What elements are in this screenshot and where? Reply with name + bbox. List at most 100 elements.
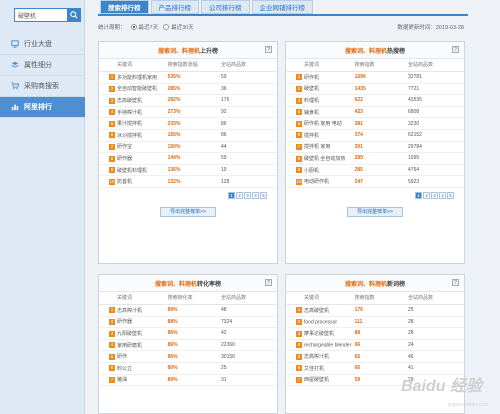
table-row[interactable]: 1 志高破壁机 176 25 bbox=[286, 304, 464, 317]
rank-badge: 10 bbox=[296, 178, 302, 185]
keyword-link[interactable]: 研作器 bbox=[117, 319, 132, 325]
keyword-link[interactable]: 志高破壁机 bbox=[304, 308, 329, 314]
table-row[interactable]: 8 破壁机 全自动加热 289 1995 bbox=[286, 152, 464, 165]
export-button[interactable]: 导出完整榜单>> bbox=[160, 206, 216, 217]
keyword-link[interactable]: 果汁搅拌机 bbox=[117, 121, 142, 127]
table-row[interactable]: 5 研作机 家用 电动 381 3230 bbox=[286, 117, 464, 130]
radio-30-days[interactable] bbox=[163, 24, 170, 30]
keyword-link[interactable]: 破壁机 全自动加热 bbox=[304, 156, 345, 162]
keyword-link[interactable]: 九阳破壁机 bbox=[117, 331, 142, 337]
table-row[interactable]: 9 破壁机料理机 136% 19 bbox=[99, 164, 277, 177]
keyword-link[interactable]: 全自动智能破壁机 bbox=[117, 86, 157, 92]
keyword-link[interactable]: 志高榨汁机 bbox=[117, 308, 142, 314]
keyword-link[interactable]: 西屋破壁机 bbox=[304, 377, 329, 383]
help-icon[interactable]: ? bbox=[452, 46, 459, 53]
page-button[interactable]: 5 bbox=[260, 191, 267, 199]
keyword-link[interactable]: 辅食机 bbox=[304, 110, 319, 116]
table-row[interactable]: 6 搅拌机 374 62152 bbox=[286, 129, 464, 142]
keyword-link[interactable]: food processor bbox=[304, 319, 337, 325]
sidebar-item-attributes[interactable]: 属性细分 bbox=[0, 55, 85, 76]
keyword-link[interactable]: 研作 bbox=[117, 354, 127, 360]
search-input[interactable] bbox=[15, 9, 67, 21]
tab-product-ranking[interactable]: 产品排行榜 bbox=[150, 0, 199, 14]
table-row[interactable]: 4 手持榨汁机 273% 92 bbox=[99, 106, 277, 119]
keyword-link[interactable]: 冰沙搅拌机 bbox=[117, 133, 142, 139]
help-icon[interactable]: ? bbox=[265, 46, 272, 53]
table-row[interactable]: 5 研作 86% 30156 bbox=[99, 350, 277, 363]
keyword-link[interactable]: 奶昔机 bbox=[117, 179, 132, 185]
tab-company-ranking[interactable]: 公司排行榜 bbox=[201, 0, 250, 14]
keyword-link[interactable]: 研作机 家用 电动 bbox=[304, 121, 342, 127]
keyword-link[interactable]: 多功能料理机家用 bbox=[117, 75, 157, 81]
table-row[interactable]: 6 冰沙搅拌机 165% 86 bbox=[99, 129, 277, 142]
page-button[interactable]: 4 bbox=[439, 191, 446, 199]
keyword-link[interactable]: 搅拌机 bbox=[304, 133, 319, 139]
keyword-link[interactable]: 电动研作机 bbox=[304, 179, 329, 185]
table-row[interactable]: 4 rechargeable blender 66 24 bbox=[286, 339, 464, 352]
table-row[interactable]: 10 电动研作机 247 5923 bbox=[286, 175, 464, 188]
keyword-link[interactable]: 研作机 bbox=[304, 75, 319, 81]
table-row[interactable]: 4 家用研磨机 86% 22360 bbox=[99, 339, 277, 352]
table-row[interactable]: 5 果汁搅拌机 233% 86 bbox=[99, 117, 277, 130]
sidebar-item-buyers[interactable]: 采购商搜索 bbox=[0, 76, 85, 97]
help-icon[interactable]: ? bbox=[265, 279, 272, 286]
table-row[interactable]: 6 料公立 80% 25 bbox=[99, 362, 277, 375]
keyword-link[interactable]: 猪油 bbox=[117, 377, 127, 383]
page-button[interactable]: 2 bbox=[236, 191, 243, 199]
radio-7-days[interactable] bbox=[130, 24, 137, 30]
help-icon[interactable]: ? bbox=[452, 279, 459, 286]
page-button[interactable]: 4 bbox=[252, 191, 259, 199]
sidebar-item-ranking[interactable]: 阿里排行 bbox=[0, 97, 85, 118]
table-row[interactable]: 9 小厨机 285 4764 bbox=[286, 164, 464, 177]
export-button[interactable]: 导出完整榜单>> bbox=[347, 206, 403, 217]
page-button[interactable]: 3 bbox=[431, 191, 438, 199]
table-row[interactable]: 3 摩事达破壁机 88 28 bbox=[286, 327, 464, 340]
product-count: 24 bbox=[407, 339, 464, 352]
keyword-link[interactable]: 研作宝 bbox=[117, 144, 132, 150]
keyword-link[interactable]: 摩事达破壁机 bbox=[304, 331, 334, 337]
page-button[interactable]: 5 bbox=[447, 191, 454, 199]
page-button[interactable]: 1 bbox=[228, 191, 235, 199]
keyword-link[interactable]: 搅拌机 家用 bbox=[304, 144, 330, 150]
rank-badge: 2 bbox=[109, 319, 115, 326]
table-row[interactable]: 3 料理机 622 43535 bbox=[286, 94, 464, 107]
table-row[interactable]: 1 志高榨汁机 89% 48 bbox=[99, 304, 277, 317]
table-row[interactable]: 2 破壁机 1435 7721 bbox=[286, 83, 464, 96]
table-row[interactable]: 4 辅食机 423 6808 bbox=[286, 106, 464, 119]
page-button[interactable]: 1 bbox=[415, 191, 422, 199]
tab-shop-ranking[interactable]: 企业网铺排行榜 bbox=[251, 0, 313, 14]
keyword-link[interactable]: 艾佳打机 bbox=[304, 366, 324, 372]
keyword-link[interactable]: rechargeable blender bbox=[304, 342, 351, 348]
keyword-link[interactable]: 志高破壁机 bbox=[117, 98, 142, 104]
table-row[interactable]: 7 搅拌机 家用 301 29784 bbox=[286, 141, 464, 154]
table-row[interactable]: 10 奶昔机 132% 128 bbox=[99, 175, 277, 188]
keyword-link[interactable]: 料理机 bbox=[304, 98, 319, 104]
sidebar-item-industry[interactable]: 行业大盘 bbox=[0, 34, 85, 55]
keyword-link[interactable]: 研作器 bbox=[117, 156, 132, 162]
keyword-link[interactable]: 小厨机 bbox=[304, 168, 319, 174]
table-row[interactable]: 7 猪油 80% 31 bbox=[99, 374, 277, 387]
table-row[interactable]: 7 研作宝 150% 44 bbox=[99, 141, 277, 154]
table-row[interactable]: 8 研作器 144% 59 bbox=[99, 152, 277, 165]
table-row[interactable]: 1 多功能料理机家用 536% 59 bbox=[99, 71, 277, 84]
keyword-link[interactable]: 破壁机料理机 bbox=[117, 168, 147, 174]
table-row[interactable]: 1 研作机 1696 32781 bbox=[286, 71, 464, 84]
page-button[interactable]: 3 bbox=[244, 191, 251, 199]
table-row[interactable]: 3 九阳破壁机 86% 42 bbox=[99, 327, 277, 340]
table-row[interactable]: 3 志高破壁机 282% 176 bbox=[99, 94, 277, 107]
tab-search-ranking[interactable]: 搜索排行榜 bbox=[100, 0, 149, 14]
table-row[interactable]: 2 food processor 111 28 bbox=[286, 316, 464, 329]
keyword-link[interactable]: 家用研磨机 bbox=[117, 343, 142, 349]
keyword-cell: 6 料公立 bbox=[99, 362, 167, 375]
page-button[interactable]: 2 bbox=[423, 191, 430, 199]
table-row[interactable]: 5 志高榨汁机 66 46 bbox=[286, 350, 464, 363]
radio-30-days-label[interactable]: 最近30天 bbox=[171, 23, 194, 31]
table-row[interactable]: 2 全自动智能破壁机 285% 36 bbox=[99, 83, 277, 96]
radio-7-days-label[interactable]: 最近7天 bbox=[139, 23, 159, 31]
keyword-link[interactable]: 破壁机 bbox=[304, 86, 319, 92]
keyword-link[interactable]: 料公立 bbox=[117, 366, 132, 372]
search-button[interactable] bbox=[67, 9, 80, 21]
keyword-link[interactable]: 手持榨汁机 bbox=[117, 110, 142, 116]
keyword-link[interactable]: 志高榨汁机 bbox=[304, 354, 329, 360]
table-row[interactable]: 2 研作器 88% 7324 bbox=[99, 316, 277, 329]
